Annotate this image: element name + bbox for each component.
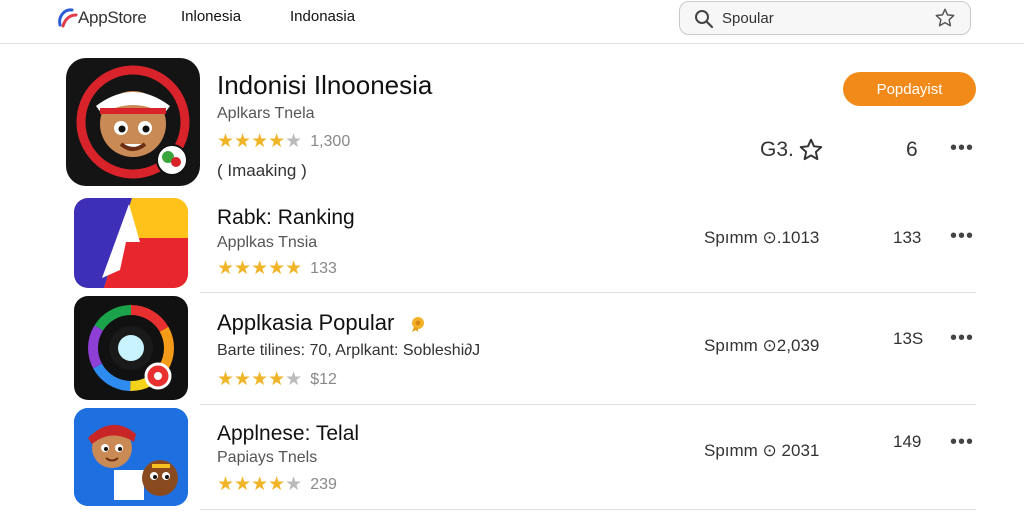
featured-score: G3. — [760, 137, 824, 163]
app-number: 149 — [893, 432, 922, 451]
more-options-icon[interactable]: ••• — [950, 432, 974, 452]
app-stat: Spımm ⊙ 2031 — [704, 441, 820, 460]
app-store-logo-icon — [58, 8, 78, 28]
app-icon-ranking[interactable] — [74, 198, 188, 288]
featured-app-title[interactable]: Indonisi Ilnoonesia — [217, 70, 432, 101]
rating-count: 239 — [310, 475, 337, 493]
rating-stars-icon: ★★★★★ — [217, 258, 303, 279]
more-options-icon[interactable]: ••• — [950, 226, 974, 246]
more-options-icon[interactable]: ••• — [950, 138, 974, 158]
featured-app-subtitle: Aplkars Tnela — [217, 105, 315, 122]
app-icon-telal[interactable] — [74, 408, 188, 506]
nav-link-indonasia[interactable]: Indonasia — [290, 8, 355, 25]
star-icon[interactable] — [934, 7, 956, 29]
cartoon-characters-icon — [74, 408, 188, 506]
more-options-icon[interactable]: ••• — [950, 328, 974, 348]
rating-count: 1,300 — [310, 132, 351, 150]
featured-rating: ★★★★★ 1,300 — [217, 130, 350, 153]
app-rating: ★★★★★ $12 — [217, 368, 337, 391]
logo-text: AppStore — [78, 8, 147, 27]
app-title[interactable]: Applkasia Popular — [217, 310, 426, 336]
search-box — [679, 1, 971, 35]
app-store-logo[interactable]: AppStore — [56, 4, 147, 32]
popular-button[interactable]: Popdayist — [843, 72, 976, 106]
divider — [200, 404, 976, 405]
app-stat: Spımm ⊙2,039 — [704, 336, 820, 355]
rating-count: 133 — [310, 259, 337, 277]
featured-tag: ( Imaaking ) — [217, 161, 307, 180]
app-stat: Spımm ⊙.1013 — [704, 228, 820, 247]
app-number: 13S — [893, 329, 924, 348]
divider — [200, 292, 976, 293]
nav-link-inlonesia[interactable]: Inlonesia — [181, 8, 241, 25]
mascot-icon — [76, 65, 190, 179]
ranking-logo-icon — [74, 198, 188, 288]
app-icon-popular[interactable] — [74, 296, 188, 400]
favorite-star-icon[interactable] — [798, 137, 824, 163]
app-title-text: Applkasia Popular — [217, 310, 395, 335]
app-subtitle: Barte tilines: 70, Arplkant: Sobleshi∂J — [217, 342, 481, 359]
rating-stars-icon: ★★★★★ — [217, 474, 303, 495]
app-number: 133 — [893, 228, 922, 247]
featured-score-text: G3. — [760, 138, 794, 161]
app-rating: ★★★★★ 239 — [217, 473, 337, 496]
app-title[interactable]: Rabk: Ranking — [217, 206, 355, 230]
featured-app-icon[interactable] — [66, 58, 200, 186]
search-input[interactable] — [722, 7, 922, 29]
app-subtitle: Papiays Tnels — [217, 449, 318, 466]
divider — [200, 509, 976, 510]
featured-number: 6 — [906, 138, 918, 161]
camera-ring-icon — [88, 305, 174, 391]
rating-stars-icon: ★★★★★ — [217, 369, 303, 390]
app-rating: ★★★★★ 133 — [217, 257, 337, 280]
top-bar: AppStore Inlonesia Indonasia — [0, 0, 1024, 44]
search-icon — [695, 10, 714, 29]
rating-stars-icon: ★★★★★ — [217, 131, 303, 152]
app-subtitle: Applkas Tnsia — [217, 234, 318, 251]
award-badge-icon — [412, 317, 425, 333]
app-title[interactable]: Applnese: Telal — [217, 422, 359, 446]
rating-count: $12 — [310, 370, 337, 388]
